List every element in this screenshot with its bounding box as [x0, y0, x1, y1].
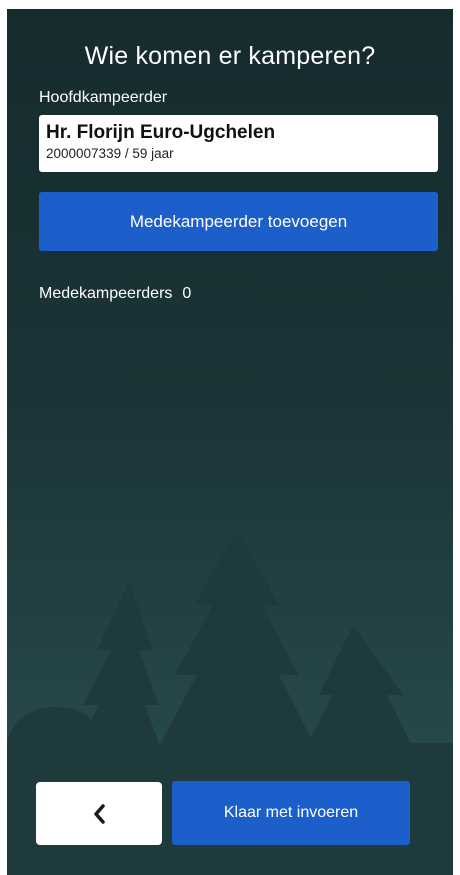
- chevron-left-icon: [94, 803, 105, 824]
- camper-entry-screen: Wie komen er kamperen? Hoofdkampeerder H…: [7, 9, 453, 875]
- co-campers-count: 0: [182, 285, 192, 302]
- add-co-camper-button[interactable]: Medekampeerder toevoegen: [39, 192, 438, 251]
- co-campers-label: Medekampeerders: [39, 285, 173, 302]
- co-campers-row: Medekampeerders 0: [39, 285, 191, 303]
- back-button[interactable]: [36, 782, 162, 845]
- main-camper-label: Hoofdkampeerder: [39, 89, 168, 106]
- main-camper-card[interactable]: Hr. Florijn Euro-Ugchelen 2000007339 / 5…: [39, 115, 438, 172]
- done-button[interactable]: Klaar met invoeren: [172, 781, 410, 845]
- main-camper-name: Hr. Florijn Euro-Ugchelen: [46, 122, 276, 143]
- page-title: Wie komen er kamperen?: [84, 42, 376, 70]
- main-camper-details: 2000007339 / 59 jaar: [46, 146, 174, 161]
